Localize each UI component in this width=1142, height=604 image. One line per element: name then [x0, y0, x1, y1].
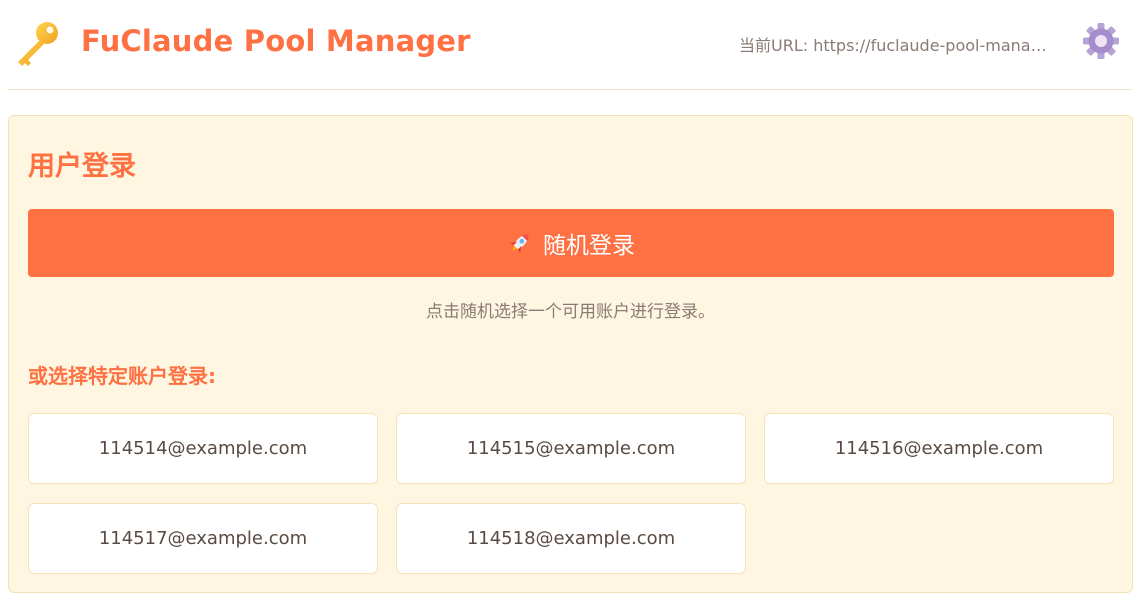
- random-login-label: 随机登录: [543, 233, 635, 259]
- header-divider: [8, 89, 1132, 90]
- account-button[interactable]: 114515@example.com: [396, 413, 746, 484]
- random-login-button[interactable]: 随机登录: [28, 209, 1114, 277]
- account-button[interactable]: 114514@example.com: [28, 413, 378, 484]
- account-button[interactable]: 114518@example.com: [396, 503, 746, 574]
- rocket-icon: [510, 234, 529, 253]
- card-title: 用户登录: [28, 151, 136, 182]
- login-card: 用户登录 随机登录 点击随机选择一个可用账户进行登录。 或选择特定账户登录: 1…: [8, 115, 1133, 593]
- current-url: 当前URL: https://fuclaude-pool-manage...: [739, 36, 1054, 55]
- app-title: FuClaude Pool Manager: [81, 24, 471, 58]
- random-login-hint: 点击随机选择一个可用账户进行登录。: [426, 302, 715, 322]
- key-icon: [18, 22, 58, 66]
- account-button[interactable]: 114517@example.com: [28, 503, 378, 574]
- app-header: FuClaude Pool Manager 当前URL: https://fuc…: [0, 0, 1142, 90]
- specific-account-heading: 或选择特定账户登录:: [28, 364, 216, 388]
- account-button[interactable]: 114516@example.com: [764, 413, 1114, 484]
- gear-icon[interactable]: [1082, 22, 1120, 60]
